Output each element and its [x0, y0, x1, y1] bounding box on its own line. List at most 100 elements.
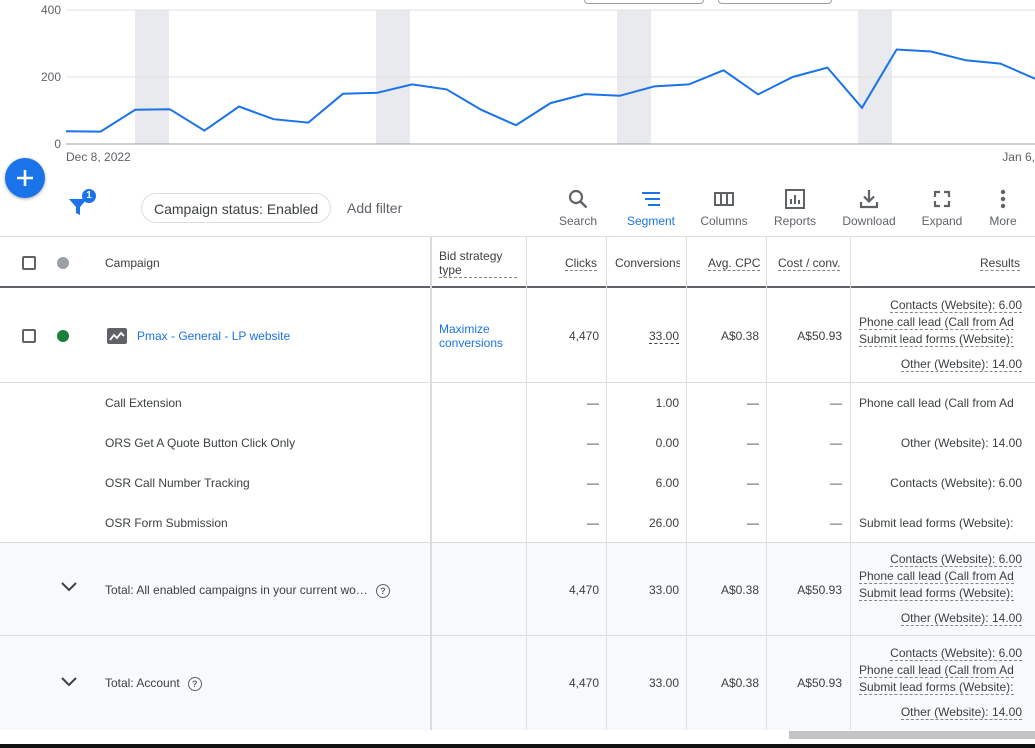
table-row-segment: Call Extension — 1.00 — — Phone call lea… — [0, 383, 1035, 423]
header-conversions-label: Conversions — [615, 256, 680, 270]
y-tick-label: 400 — [41, 3, 61, 17]
chevron-down-icon[interactable] — [60, 676, 78, 688]
create-button[interactable] — [5, 158, 45, 198]
result-line: Phone call lead (Call from Ad — [859, 663, 1014, 678]
conversions-value-text: 33.00 — [648, 329, 679, 344]
table-row-total: Total: Account? 4,470 33.00 A$0.38 A$50.… — [0, 636, 1035, 730]
performance-chart: 400 200 0 Dec 8, 2022 Jan 6, — [0, 0, 1035, 180]
result-line: Submit lead forms (Website): — [859, 332, 1014, 347]
campaign-table: Campaign Bid strategy type Clicks Conver… — [0, 236, 1035, 730]
segment-conversions: 26.00 — [648, 516, 679, 530]
header-conversions[interactable]: Conversions — [615, 256, 680, 270]
more-label: More — [989, 214, 1017, 228]
result-line: Submit lead forms (Website): — [859, 586, 1014, 601]
total-cost-conv: A$50.93 — [797, 583, 842, 597]
download-label: Download — [842, 214, 896, 228]
help-icon[interactable]: ? — [187, 676, 202, 691]
y-tick-label: 200 — [41, 70, 61, 84]
more-vert-icon — [1000, 189, 1006, 209]
column-divider — [526, 236, 527, 730]
conversions-value[interactable]: 33.00 — [607, 329, 687, 344]
segment-clicks: — — [587, 436, 599, 450]
expand-label: Expand — [921, 214, 963, 228]
header-cost-conv[interactable]: Cost / conv. — [778, 256, 841, 271]
download-icon — [859, 190, 879, 209]
bid-strategy-line2: conversions — [439, 336, 504, 350]
total-clicks: 4,470 — [568, 676, 599, 690]
segment-clicks: — — [587, 396, 599, 410]
table-row-total: Total: All enabled campaigns in your cur… — [0, 543, 1035, 636]
segment-result: Other (Website): 14.00 — [900, 436, 1022, 450]
segment-avg-cpc: — — [747, 396, 759, 410]
columns-label: Columns — [700, 214, 748, 228]
total-avg-cpc: A$0.38 — [720, 583, 759, 597]
segment-cost-conv: — — [830, 436, 842, 450]
expand-icon — [933, 190, 951, 208]
y-tick-label: 0 — [54, 137, 61, 151]
header-campaign[interactable]: Campaign — [105, 256, 160, 270]
search-button[interactable]: Search — [546, 188, 610, 232]
result-line: Other (Website): 14.00 — [900, 611, 1022, 626]
chart-plot: 400 200 0 Dec 8, 2022 Jan 6, — [41, 3, 1035, 164]
total-cost-conv: A$50.93 — [797, 676, 842, 690]
campaign-status-filter-chip[interactable]: Campaign status: Enabled — [141, 193, 332, 223]
add-filter-button[interactable]: Add filter — [347, 200, 402, 216]
bid-strategy-line1: Maximize — [439, 322, 490, 336]
result-line: Contacts (Website): 6.00 — [890, 298, 1022, 313]
plus-icon — [17, 170, 33, 186]
filter-count-badge: 1 — [82, 189, 96, 203]
more-button[interactable]: More — [971, 188, 1035, 232]
segment-result: Contacts (Website): 6.00 — [890, 476, 1022, 490]
result-line: Contacts (Website): 6.00 — [890, 552, 1022, 567]
header-avg-cpc[interactable]: Avg. CPC — [708, 256, 761, 271]
header-clicks[interactable]: Clicks — [565, 256, 597, 271]
column-divider — [606, 236, 607, 730]
campaign-status-enabled-dot — [57, 330, 69, 342]
segment-cost-conv: — — [830, 396, 842, 410]
performance-max-icon — [107, 328, 127, 344]
header-bid-strategy-line2: type — [439, 263, 462, 277]
bid-strategy-link[interactable]: Maximize conversions — [439, 322, 503, 350]
search-label: Search — [558, 214, 598, 228]
chevron-down-icon[interactable] — [60, 581, 78, 593]
reports-label: Reports — [773, 214, 817, 228]
reports-icon — [785, 189, 805, 209]
column-divider — [766, 236, 767, 730]
total-results-cell: Contacts (Website): 6.00 Phone call lead… — [850, 636, 1035, 730]
segment-name: Call Extension — [105, 396, 182, 410]
table-row-segment: OSR Form Submission — 26.00 — — Submit l… — [0, 503, 1035, 543]
header-avg-cpc-label: Avg. CPC — [708, 256, 761, 271]
x-end-label: Jan 6, — [1002, 150, 1035, 164]
search-icon — [568, 189, 588, 209]
header-bid-strategy[interactable]: Bid strategy type — [439, 249, 517, 278]
row-checkbox[interactable] — [22, 329, 36, 343]
total-results-cell: Contacts (Website): 6.00 Phone call lead… — [850, 543, 1035, 635]
results-cell: Contacts (Website): 6.00 Phone call lead… — [850, 288, 1035, 382]
segment-avg-cpc: — — [747, 476, 759, 490]
segment-result: Phone call lead (Call from Ad — [859, 396, 1014, 410]
segment-button[interactable]: Segment — [619, 188, 683, 232]
segment-name: OSR Call Number Tracking — [105, 476, 250, 490]
table-row-segment: OSR Call Number Tracking — 6.00 — — Cont… — [0, 463, 1035, 503]
result-line: Phone call lead (Call from Ad — [859, 315, 1014, 330]
column-divider — [850, 236, 851, 730]
segment-icon — [642, 192, 660, 206]
segment-avg-cpc: — — [747, 436, 759, 450]
table-row-segment: ORS Get A Quote Button Click Only — 0.00… — [0, 423, 1035, 463]
total-label: Total: Account? — [105, 676, 202, 691]
segment-result: Submit lead forms (Website): — [859, 516, 1014, 530]
download-button[interactable]: Download — [837, 188, 901, 232]
columns-button[interactable]: Columns — [692, 188, 756, 232]
column-divider-frozen — [430, 236, 432, 730]
horizontal-scrollbar[interactable] — [789, 731, 1035, 739]
header-clicks-label: Clicks — [565, 256, 597, 271]
campaign-name-link[interactable]: Pmax - General - LP website — [137, 329, 290, 343]
table-row-campaign: Pmax - General - LP website Maximize con… — [0, 288, 1035, 383]
expand-button[interactable]: Expand — [910, 188, 974, 232]
reports-button[interactable]: Reports — [763, 188, 827, 232]
header-results[interactable]: Results — [980, 256, 1021, 271]
help-icon[interactable]: ? — [375, 583, 390, 598]
select-all-checkbox[interactable] — [22, 256, 36, 270]
result-line: Other (Website): 14.00 — [900, 357, 1022, 372]
total-conversions: 33.00 — [648, 583, 679, 597]
